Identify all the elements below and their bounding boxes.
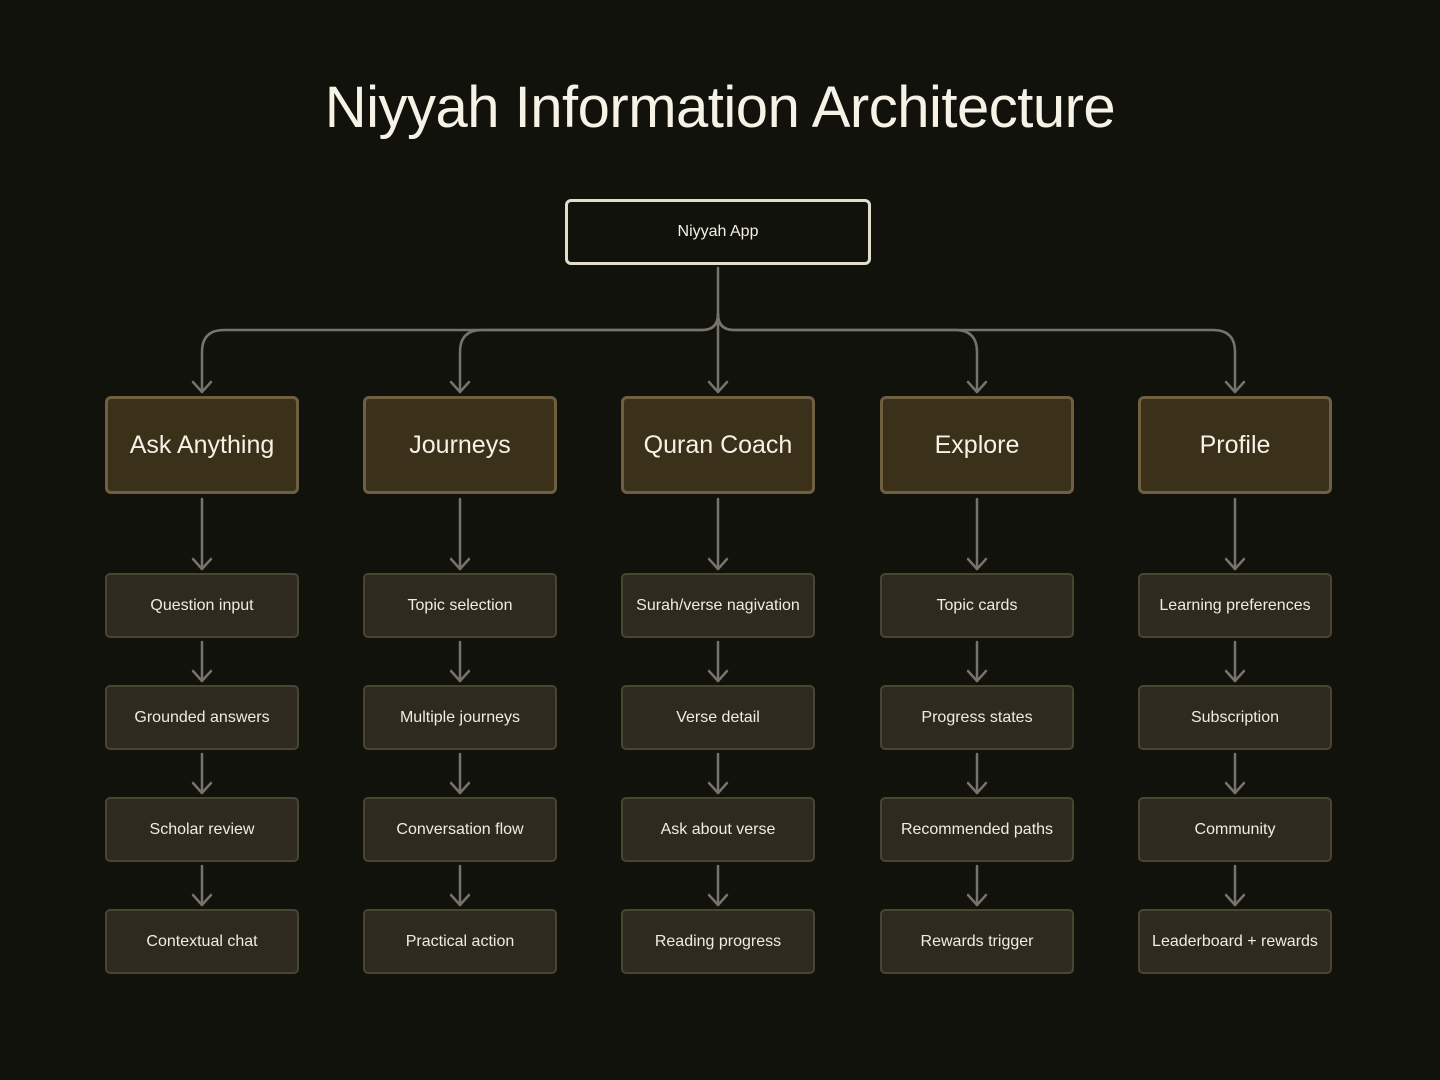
item-multiple-journeys[interactable]: Multiple journeys [363, 685, 557, 750]
section-explore[interactable]: Explore [880, 396, 1074, 494]
arrowhead-explore [966, 380, 988, 394]
arrowhead-journeys-1 [449, 669, 471, 683]
connector-root-to-journeys [458, 312, 720, 394]
item-topic-cards[interactable]: Topic cards [880, 573, 1074, 638]
item-label: Question input [150, 596, 254, 614]
item-surah-verse-nagivation[interactable]: Surah/verse nagivation [621, 573, 815, 638]
connector-root-to-explore [716, 312, 979, 394]
item-contextual-chat[interactable]: Contextual chat [105, 909, 299, 974]
item-leaderboard-rewards[interactable]: Leaderboard + rewards [1138, 909, 1332, 974]
arrowhead-profile-2 [1224, 781, 1246, 795]
arrowhead-profile-0 [1224, 557, 1246, 571]
architecture-diagram: Niyyah Information Architecture Niyyah A… [0, 0, 1440, 1080]
section-journeys[interactable]: Journeys [363, 396, 557, 494]
item-label: Rewards trigger [920, 932, 1034, 950]
item-rewards-trigger[interactable]: Rewards trigger [880, 909, 1074, 974]
arrowhead-profile-3 [1224, 893, 1246, 907]
item-label: Surah/verse nagivation [636, 596, 800, 614]
section-label: Profile [1199, 430, 1271, 459]
arrowhead-explore-0 [966, 557, 988, 571]
item-label: Multiple journeys [399, 708, 521, 726]
arrowhead-ask-anything-0 [191, 557, 213, 571]
item-reading-progress[interactable]: Reading progress [621, 909, 815, 974]
arrowhead-journeys-0 [449, 557, 471, 571]
item-grounded-answers[interactable]: Grounded answers [105, 685, 299, 750]
item-label: Reading progress [654, 932, 782, 950]
item-label: Leaderboard + rewards [1152, 932, 1318, 950]
arrowhead-quran-coach-1 [707, 669, 729, 683]
item-label: Verse detail [676, 708, 760, 726]
item-label: Conversation flow [396, 820, 524, 838]
item-topic-selection[interactable]: Topic selection [363, 573, 557, 638]
item-subscription[interactable]: Subscription [1138, 685, 1332, 750]
connector-root-to-profile [716, 312, 1237, 394]
item-label: Topic cards [936, 596, 1018, 614]
connector-root-to-ask-anything [200, 312, 720, 394]
arrowhead-journeys-2 [449, 781, 471, 795]
item-progress-states[interactable]: Progress states [880, 685, 1074, 750]
page-title: Niyyah Information Architecture [324, 75, 1116, 140]
item-label: Subscription [1190, 708, 1280, 726]
item-scholar-review[interactable]: Scholar review [105, 797, 299, 862]
arrowhead-quran-coach [707, 380, 729, 394]
item-label: Scholar review [149, 820, 255, 838]
item-conversation-flow[interactable]: Conversation flow [363, 797, 557, 862]
arrowhead-ask-anything-2 [191, 781, 213, 795]
section-profile[interactable]: Profile [1138, 396, 1332, 494]
root-node[interactable]: Niyyah App [565, 199, 871, 265]
item-ask-about-verse[interactable]: Ask about verse [621, 797, 815, 862]
item-label: Grounded answers [134, 708, 270, 726]
section-label: Ask Anything [129, 430, 275, 459]
arrowhead-explore-1 [966, 669, 988, 683]
item-label: Ask about verse [660, 820, 776, 838]
arrowhead-quran-coach-0 [707, 557, 729, 571]
item-label: Learning preferences [1159, 596, 1311, 614]
item-learning-preferences[interactable]: Learning preferences [1138, 573, 1332, 638]
item-label: Practical action [405, 932, 515, 950]
item-recommended-paths[interactable]: Recommended paths [880, 797, 1074, 862]
arrowhead-explore-3 [966, 893, 988, 907]
item-label: Community [1194, 820, 1276, 838]
arrowhead-quran-coach-2 [707, 781, 729, 795]
section-ask-anything[interactable]: Ask Anything [105, 396, 299, 494]
section-label: Quran Coach [643, 430, 793, 459]
arrowhead-journeys-3 [449, 893, 471, 907]
section-quran-coach[interactable]: Quran Coach [621, 396, 815, 494]
item-label: Progress states [921, 708, 1033, 726]
section-label: Journeys [409, 430, 511, 459]
arrowhead-quran-coach-3 [707, 893, 729, 907]
item-label: Topic selection [407, 596, 513, 614]
item-community[interactable]: Community [1138, 797, 1332, 862]
arrowhead-profile [1224, 380, 1246, 394]
arrowhead-ask-anything-1 [191, 669, 213, 683]
root-node-label: Niyyah App [677, 223, 759, 240]
arrowhead-profile-1 [1224, 669, 1246, 683]
arrowhead-ask-anything-3 [191, 893, 213, 907]
arrowhead-ask-anything [191, 380, 213, 394]
arrowhead-journeys [449, 380, 471, 394]
item-question-input[interactable]: Question input [105, 573, 299, 638]
section-label: Explore [934, 430, 1020, 459]
item-practical-action[interactable]: Practical action [363, 909, 557, 974]
item-verse-detail[interactable]: Verse detail [621, 685, 815, 750]
item-label: Recommended paths [900, 820, 1054, 838]
arrowhead-explore-2 [966, 781, 988, 795]
item-label: Contextual chat [146, 932, 258, 950]
